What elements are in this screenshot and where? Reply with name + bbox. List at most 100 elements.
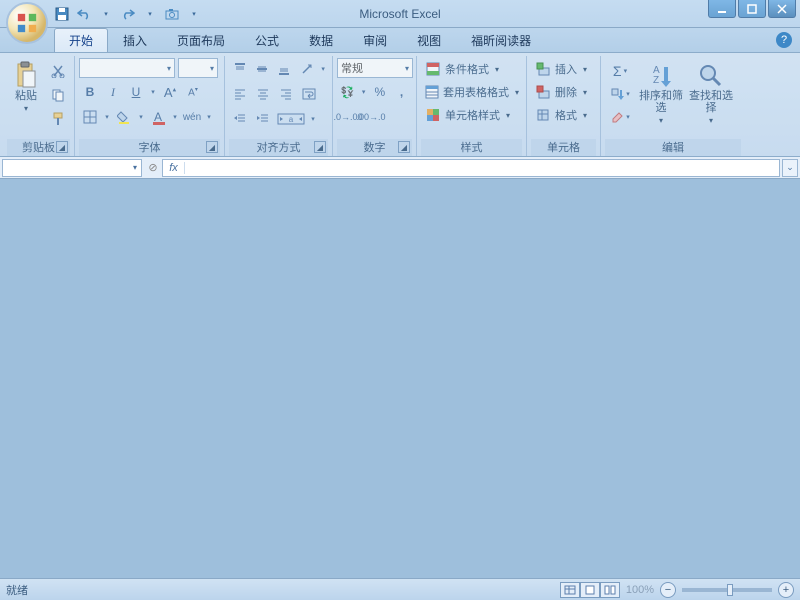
align-right-button[interactable] [275, 83, 297, 105]
zoom-slider-thumb[interactable] [727, 584, 733, 596]
qat-save[interactable] [54, 6, 70, 22]
qat-redo-dropdown[interactable]: ▾ [142, 6, 158, 22]
alignment-launcher[interactable]: ◢ [314, 141, 326, 153]
merge-dropdown[interactable]: ▾ [308, 108, 318, 130]
phonetic-dropdown[interactable]: ▾ [204, 106, 214, 128]
close-button[interactable] [768, 0, 796, 18]
accounting-dropdown[interactable]: ▾ [359, 81, 369, 103]
cancel-button[interactable]: ⊘ [144, 161, 162, 174]
copy-button[interactable] [47, 84, 69, 106]
minus-icon: − [665, 584, 671, 596]
find-select-button[interactable]: 查找和选择 ▾ [687, 58, 735, 139]
cell-styles-button[interactable]: 单元格样式▾ [421, 104, 522, 126]
conditional-formatting-button[interactable]: 条件格式▾ [421, 58, 522, 80]
clipboard-launcher[interactable]: ◢ [56, 141, 68, 153]
name-box[interactable]: ▾ [2, 159, 142, 177]
paste-button[interactable]: 粘贴 ▾ [7, 58, 45, 139]
chevron-down-icon: ⌄ [786, 162, 794, 173]
maximize-button[interactable] [738, 0, 766, 18]
zoom-percent[interactable]: 100% [626, 584, 654, 596]
table-format-icon [425, 85, 439, 99]
group-cells: 插入▾ 删除▾ 格式▾ 单元格 [527, 56, 601, 156]
fx-label: fx [169, 162, 178, 174]
expand-formula-bar[interactable]: ⌄ [782, 159, 798, 177]
qat-redo[interactable] [120, 6, 136, 22]
office-button[interactable] [6, 2, 48, 44]
zoom-in-button[interactable]: + [778, 582, 794, 598]
tab-home[interactable]: 开始 [54, 28, 108, 52]
decrease-indent-button[interactable] [229, 108, 251, 130]
page-break-icon [604, 585, 616, 595]
comma-button[interactable]: , [391, 81, 412, 103]
underline-button[interactable]: U [125, 81, 147, 103]
align-middle-button[interactable] [251, 58, 272, 80]
number-launcher[interactable]: ◢ [398, 141, 410, 153]
borders-button[interactable] [79, 106, 101, 128]
tab-formulas[interactable]: 公式 [240, 28, 294, 52]
font-name-combo[interactable]: ▾ [79, 58, 175, 78]
orientation-dropdown[interactable]: ▾ [318, 58, 328, 80]
view-normal-button[interactable] [560, 582, 580, 598]
tab-foxit[interactable]: 福昕阅读器 [456, 28, 546, 52]
tab-insert[interactable]: 插入 [108, 28, 162, 52]
qat-undo-dropdown[interactable]: ▾ [98, 6, 114, 22]
underline-dropdown[interactable]: ▾ [148, 81, 158, 103]
decrease-decimal-button[interactable]: .00→.0 [360, 106, 382, 128]
phonetic-button[interactable]: wén [181, 106, 203, 128]
grow-font-button[interactable]: A▴ [159, 81, 181, 103]
app-title: Microsoft Excel [359, 7, 440, 21]
shrink-font-button[interactable]: A▾ [182, 81, 204, 103]
view-page-layout-button[interactable] [580, 582, 600, 598]
percent-button[interactable]: % [369, 81, 390, 103]
table-format-label: 套用表格格式 [443, 84, 509, 100]
font-color-dropdown[interactable]: ▾ [170, 106, 180, 128]
zoom-out-button[interactable]: − [660, 582, 676, 598]
tab-view[interactable]: 视图 [402, 28, 456, 52]
help-button[interactable]: ? [776, 32, 792, 48]
increase-indent-button[interactable] [252, 108, 274, 130]
qat-customize[interactable]: ▾ [186, 6, 202, 22]
fill-button[interactable]: ▾ [605, 83, 635, 105]
italic-button[interactable]: I [102, 81, 124, 103]
font-size-combo[interactable]: ▾ [178, 58, 218, 78]
accounting-format-button[interactable]: 💱 [337, 81, 358, 103]
format-as-table-button[interactable]: 套用表格格式▾ [421, 81, 522, 103]
format-painter-button[interactable] [47, 108, 69, 130]
insert-function-button[interactable]: fx [163, 162, 185, 174]
group-clipboard: 粘贴 ▾ 剪贴板◢ [3, 56, 75, 156]
fill-color-dropdown[interactable]: ▾ [136, 106, 146, 128]
qat-camera[interactable] [164, 6, 180, 22]
fill-color-button[interactable] [113, 106, 135, 128]
align-bottom-button[interactable] [274, 58, 295, 80]
format-painter-icon [51, 112, 65, 126]
view-page-break-button[interactable] [600, 582, 620, 598]
cut-button[interactable] [47, 60, 69, 82]
font-color-button[interactable]: A [147, 106, 169, 128]
autosum-button[interactable]: Σ▾ [605, 60, 635, 82]
wrap-text-button[interactable] [298, 83, 320, 105]
sort-filter-button[interactable]: AZ 排序和筛选 ▾ [637, 58, 685, 139]
merge-center-button[interactable]: a [275, 108, 307, 130]
delete-cells-button[interactable]: 删除▾ [531, 81, 596, 103]
group-number-label: 数字 [364, 142, 386, 154]
tab-page-layout[interactable]: 页面布局 [162, 28, 240, 52]
minimize-button[interactable] [708, 0, 736, 18]
align-center-button[interactable] [252, 83, 274, 105]
align-bottom-icon [277, 62, 291, 76]
zoom-slider[interactable] [682, 588, 772, 592]
workspace [0, 179, 800, 578]
orientation-button[interactable] [296, 58, 317, 80]
insert-cells-button[interactable]: 插入▾ [531, 58, 596, 80]
quick-access-toolbar: ▾ ▾ ▾ [54, 6, 202, 22]
align-top-button[interactable] [229, 58, 250, 80]
bold-button[interactable]: B [79, 81, 101, 103]
tab-review[interactable]: 审阅 [348, 28, 402, 52]
qat-undo[interactable] [76, 6, 92, 22]
align-left-button[interactable] [229, 83, 251, 105]
clear-button[interactable]: ▾ [605, 106, 635, 128]
borders-dropdown[interactable]: ▾ [102, 106, 112, 128]
number-format-combo[interactable]: 常规▾ [337, 58, 413, 78]
tab-data[interactable]: 数据 [294, 28, 348, 52]
format-cells-button[interactable]: 格式▾ [531, 104, 596, 126]
font-launcher[interactable]: ◢ [206, 141, 218, 153]
